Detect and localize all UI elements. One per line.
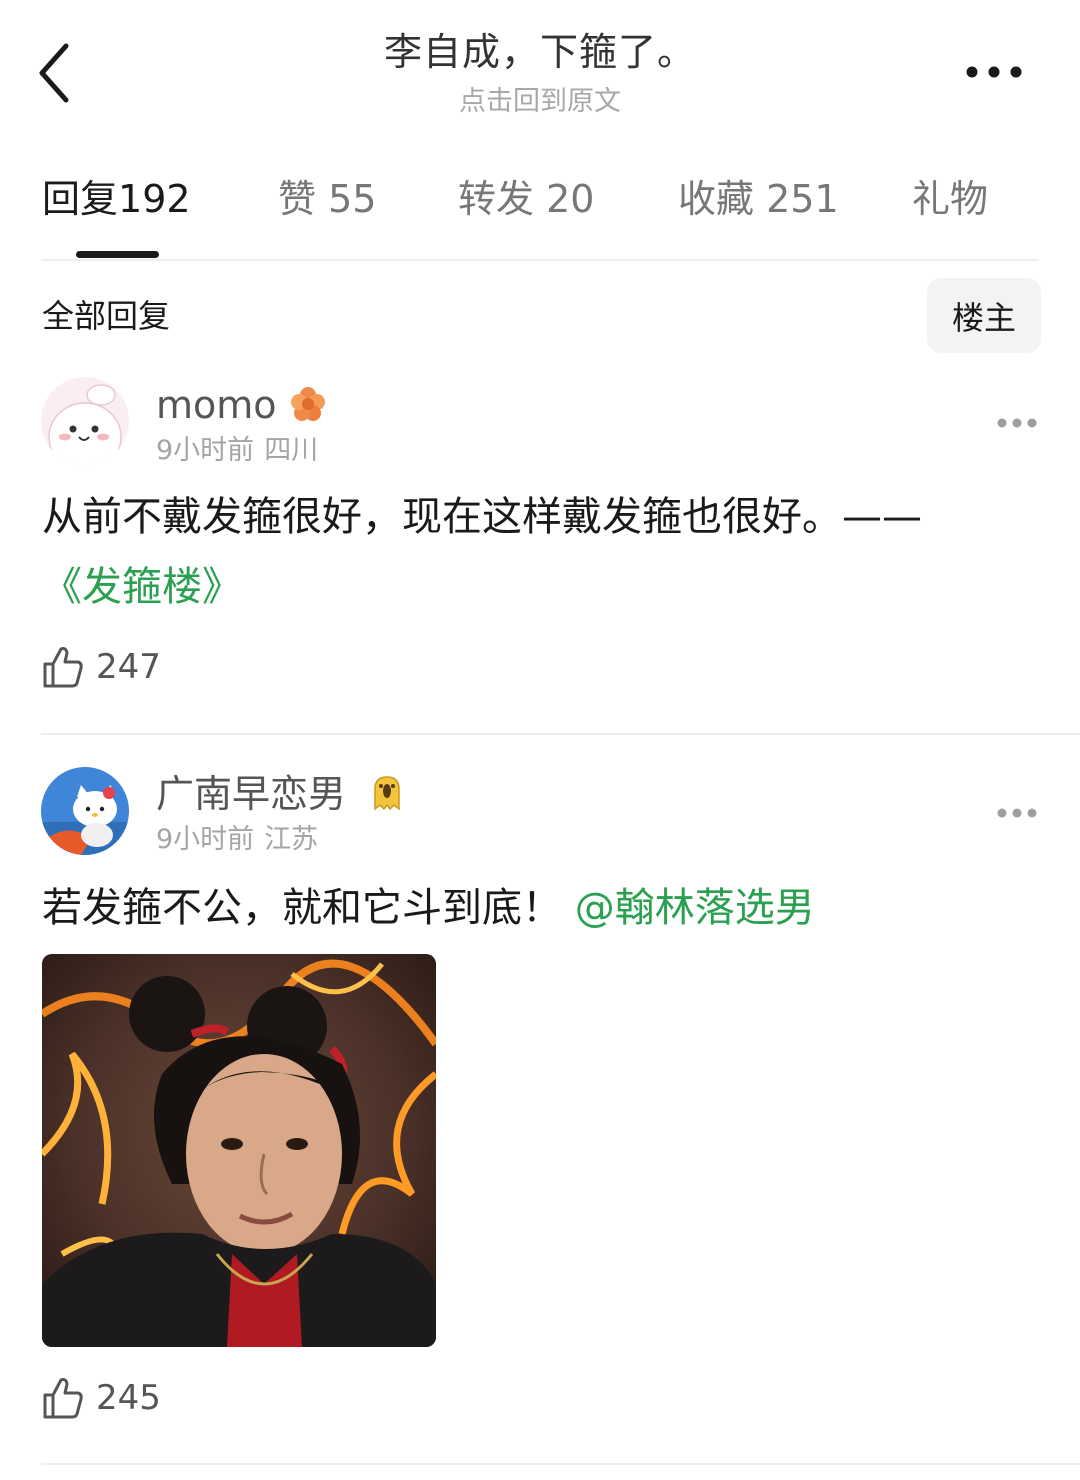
tab-bar: 回复192 赞 55 转发 20 收藏 251 礼物 xyxy=(0,165,1080,260)
avatar[interactable] xyxy=(41,767,129,855)
tab-count: 55 xyxy=(328,177,377,221)
chevron-left-icon xyxy=(39,43,69,103)
more-options-button[interactable] xyxy=(964,62,1024,82)
post-title-link[interactable]: 李自成，下箍了。 点击回到原文 xyxy=(240,26,840,120)
active-tab-indicator xyxy=(76,251,159,258)
comment-text: 若发箍不公，就和它斗到底！ @翰林落选男 xyxy=(42,873,1042,943)
tabs-divider xyxy=(41,259,1039,261)
more-dots-icon xyxy=(997,808,1037,818)
comment-divider xyxy=(41,733,1080,735)
comment-more-button[interactable] xyxy=(996,805,1038,819)
all-replies-label: 全部回复 xyxy=(42,297,171,335)
comment-body: 若发箍不公，就和它斗到底！ xyxy=(42,885,575,931)
username[interactable]: momo xyxy=(156,381,277,429)
avatar-bunny-image xyxy=(41,377,129,465)
tab-count: 251 xyxy=(766,177,839,221)
like-count: 245 xyxy=(96,1378,161,1418)
mention-link[interactable]: @翰林落选男 xyxy=(575,885,815,931)
tab-label: 礼物 xyxy=(912,177,989,221)
avatar-kitty-image xyxy=(41,767,129,855)
more-dots-icon xyxy=(997,418,1037,428)
comment-more-button[interactable] xyxy=(996,415,1038,429)
more-dots-icon xyxy=(966,66,1022,78)
tab-reposts[interactable]: 转发 20 xyxy=(458,173,594,225)
comment-location: 江苏 xyxy=(264,824,319,855)
tab-replies[interactable]: 回复192 xyxy=(42,173,191,225)
tab-label: 赞 xyxy=(278,177,317,221)
tab-label: 收藏 xyxy=(678,177,755,221)
tab-favorites[interactable]: 收藏 251 xyxy=(678,173,839,225)
photo-person-fire-image xyxy=(42,954,436,1347)
flower-badge-icon xyxy=(288,384,328,424)
username[interactable]: 广南早恋男 xyxy=(156,770,346,818)
tab-label: 转发 xyxy=(458,177,535,221)
tab-count: 20 xyxy=(546,177,595,221)
like-button[interactable]: 247 xyxy=(42,645,161,689)
top-bar: 李自成，下箍了。 点击回到原文 xyxy=(0,0,1080,130)
avatar[interactable] xyxy=(41,377,129,465)
page-title: 李自成，下箍了。 xyxy=(383,30,696,74)
comment-meta: 9小时前 江苏 xyxy=(156,822,318,858)
like-button[interactable]: 245 xyxy=(42,1376,161,1420)
comment-body: 从前不戴发箍很好，现在这样戴发箍也很好。—— xyxy=(42,494,922,540)
comment-divider xyxy=(41,1463,1080,1465)
like-count: 247 xyxy=(96,647,161,687)
comment-text: 从前不戴发箍很好，现在这样戴发箍也很好。—— 《发箍楼》 xyxy=(42,482,1042,622)
comment-time: 9小时前 xyxy=(156,824,255,855)
tab-likes[interactable]: 赞 55 xyxy=(278,173,376,225)
thumbs-up-icon xyxy=(43,1378,83,1419)
back-button[interactable] xyxy=(30,38,82,108)
owner-filter-button[interactable]: 楼主 xyxy=(927,278,1041,353)
comment-image[interactable] xyxy=(42,954,436,1347)
comment-location: 四川 xyxy=(264,435,319,466)
tab-label: 回复 xyxy=(42,177,119,221)
comment-time: 9小时前 xyxy=(156,435,255,466)
topic-link[interactable]: 《发箍楼》 xyxy=(42,564,242,610)
back-to-post-hint: 点击回到原文 xyxy=(459,86,621,117)
ghost-badge-icon xyxy=(367,773,407,813)
tab-gifts[interactable]: 礼物 xyxy=(912,173,988,225)
tab-count: 192 xyxy=(118,177,191,221)
thumbs-up-icon xyxy=(43,647,83,688)
comment-meta: 9小时前 四川 xyxy=(156,433,318,469)
